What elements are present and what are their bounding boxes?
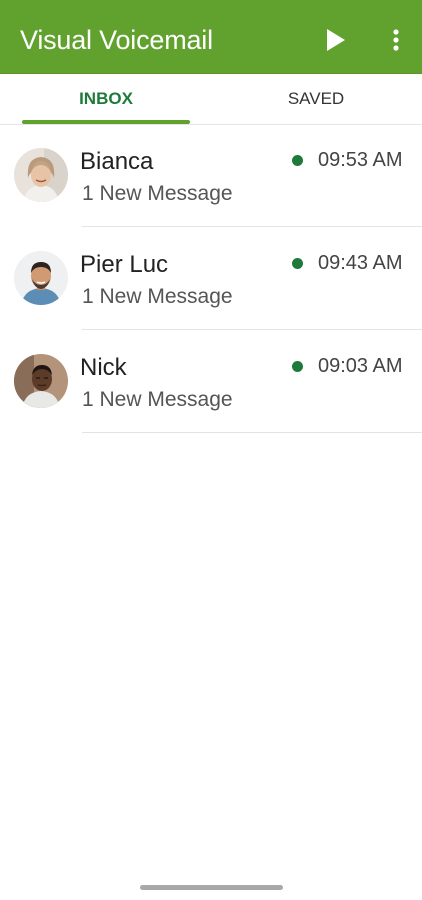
avatar bbox=[14, 251, 68, 305]
message-time: 09:03 AM bbox=[318, 355, 403, 377]
unread-indicator bbox=[292, 155, 303, 166]
message-time: 09:43 AM bbox=[318, 252, 403, 274]
tab-saved[interactable]: SAVED bbox=[232, 74, 400, 124]
voicemail-item-nick[interactable]: Nick 1 New Message 09:03 AM bbox=[0, 330, 422, 433]
voicemail-list: Bianca 1 New Message 09:53 AM Pier Luc 1… bbox=[0, 124, 422, 433]
message-time: 09:53 AM bbox=[318, 149, 403, 171]
app-title: Visual Voicemail bbox=[20, 25, 213, 55]
tab-bar: INBOX SAVED bbox=[0, 74, 422, 125]
contact-name: Pier Luc bbox=[80, 251, 169, 278]
app-bar: Visual Voicemail bbox=[0, 0, 422, 74]
tab-inbox[interactable]: INBOX bbox=[22, 74, 190, 124]
avatar bbox=[14, 148, 68, 202]
avatar bbox=[14, 354, 68, 408]
message-count: 1 New Message bbox=[82, 285, 233, 308]
play-button[interactable] bbox=[323, 26, 349, 54]
contact-name: Bianca bbox=[80, 148, 154, 175]
message-count: 1 New Message bbox=[82, 388, 233, 411]
unread-indicator bbox=[292, 361, 303, 372]
message-count: 1 New Message bbox=[82, 182, 233, 205]
more-vertical-icon bbox=[393, 29, 399, 51]
home-gesture-bar[interactable] bbox=[140, 885, 283, 890]
voicemail-item-pier-luc[interactable]: Pier Luc 1 New Message 09:43 AM bbox=[0, 227, 422, 330]
divider bbox=[82, 432, 422, 433]
unread-indicator bbox=[292, 258, 303, 269]
voicemail-item-bianca[interactable]: Bianca 1 New Message 09:53 AM bbox=[0, 124, 422, 227]
play-icon bbox=[327, 29, 345, 51]
more-options-button[interactable] bbox=[384, 26, 408, 54]
contact-name: Nick bbox=[80, 354, 127, 381]
